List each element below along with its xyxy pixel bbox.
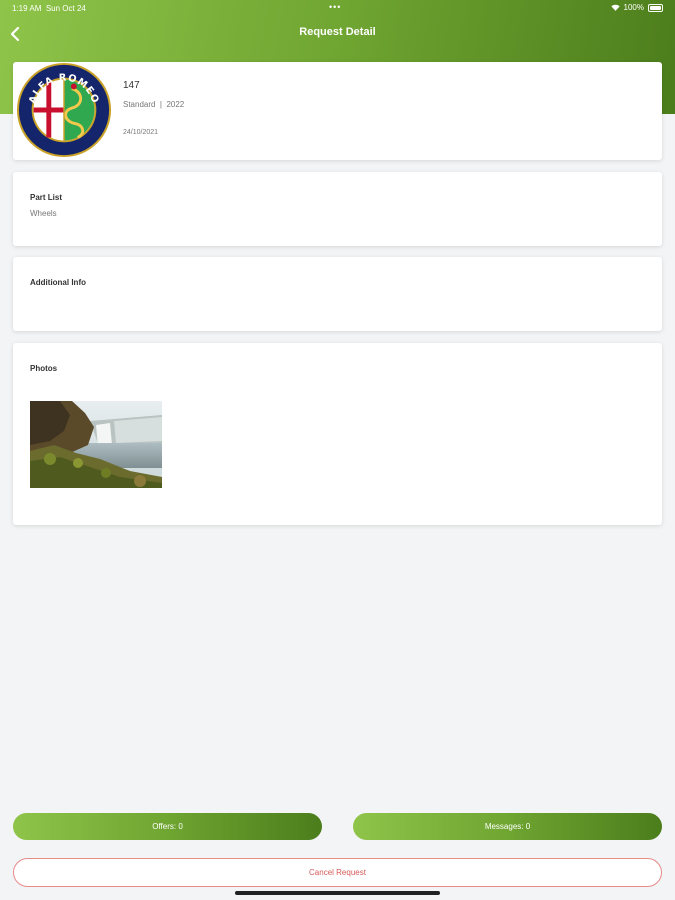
vehicle-model: 147 bbox=[123, 80, 140, 91]
alfa-romeo-logo: ALFA ROMEO bbox=[16, 62, 112, 158]
messages-button[interactable]: Messages: 0 bbox=[353, 813, 662, 840]
battery-icon bbox=[648, 3, 663, 12]
vehicle-trim: Standard bbox=[123, 100, 156, 109]
multitasking-dots: ••• bbox=[329, 2, 342, 12]
part-list-card: Part List Wheels bbox=[13, 172, 662, 246]
cancel-request-button[interactable]: Cancel Request bbox=[13, 858, 662, 887]
waterfall-image bbox=[30, 401, 162, 488]
wifi-icon bbox=[610, 4, 620, 11]
navigation-bar: Request Detail bbox=[0, 22, 675, 46]
vehicle-subtitle: Standard | 2022 bbox=[123, 100, 184, 109]
status-date: Sun Oct 24 bbox=[45, 4, 86, 13]
page-title: Request Detail bbox=[299, 26, 376, 38]
part-list-title: Part List bbox=[30, 193, 63, 202]
status-right: 100% bbox=[610, 3, 663, 12]
battery-percent: 100% bbox=[623, 3, 644, 12]
additional-info-title: Additional Info bbox=[30, 278, 86, 287]
status-bar: 1:19 AM Sun Oct 24 ••• 100% bbox=[0, 0, 675, 18]
vehicle-card: ALFA ROMEO 147 Standard | 2022 24/10/202… bbox=[13, 62, 662, 160]
offers-button[interactable]: Offers: 0 bbox=[13, 813, 322, 840]
vehicle-separator: | bbox=[159, 100, 162, 109]
additional-info-card: Additional Info bbox=[13, 257, 662, 331]
photos-title: Photos bbox=[30, 364, 58, 373]
home-indicator[interactable] bbox=[235, 891, 440, 895]
request-date: 24/10/2021 bbox=[123, 129, 159, 136]
status-clock: 1:19 AM bbox=[12, 4, 42, 13]
vehicle-year: 2022 bbox=[166, 100, 185, 109]
part-list-value: Wheels bbox=[30, 209, 57, 218]
status-time: 1:19 AM Sun Oct 24 bbox=[12, 4, 86, 13]
photo-thumbnail[interactable] bbox=[30, 401, 162, 488]
photos-card: Photos bbox=[13, 343, 662, 525]
